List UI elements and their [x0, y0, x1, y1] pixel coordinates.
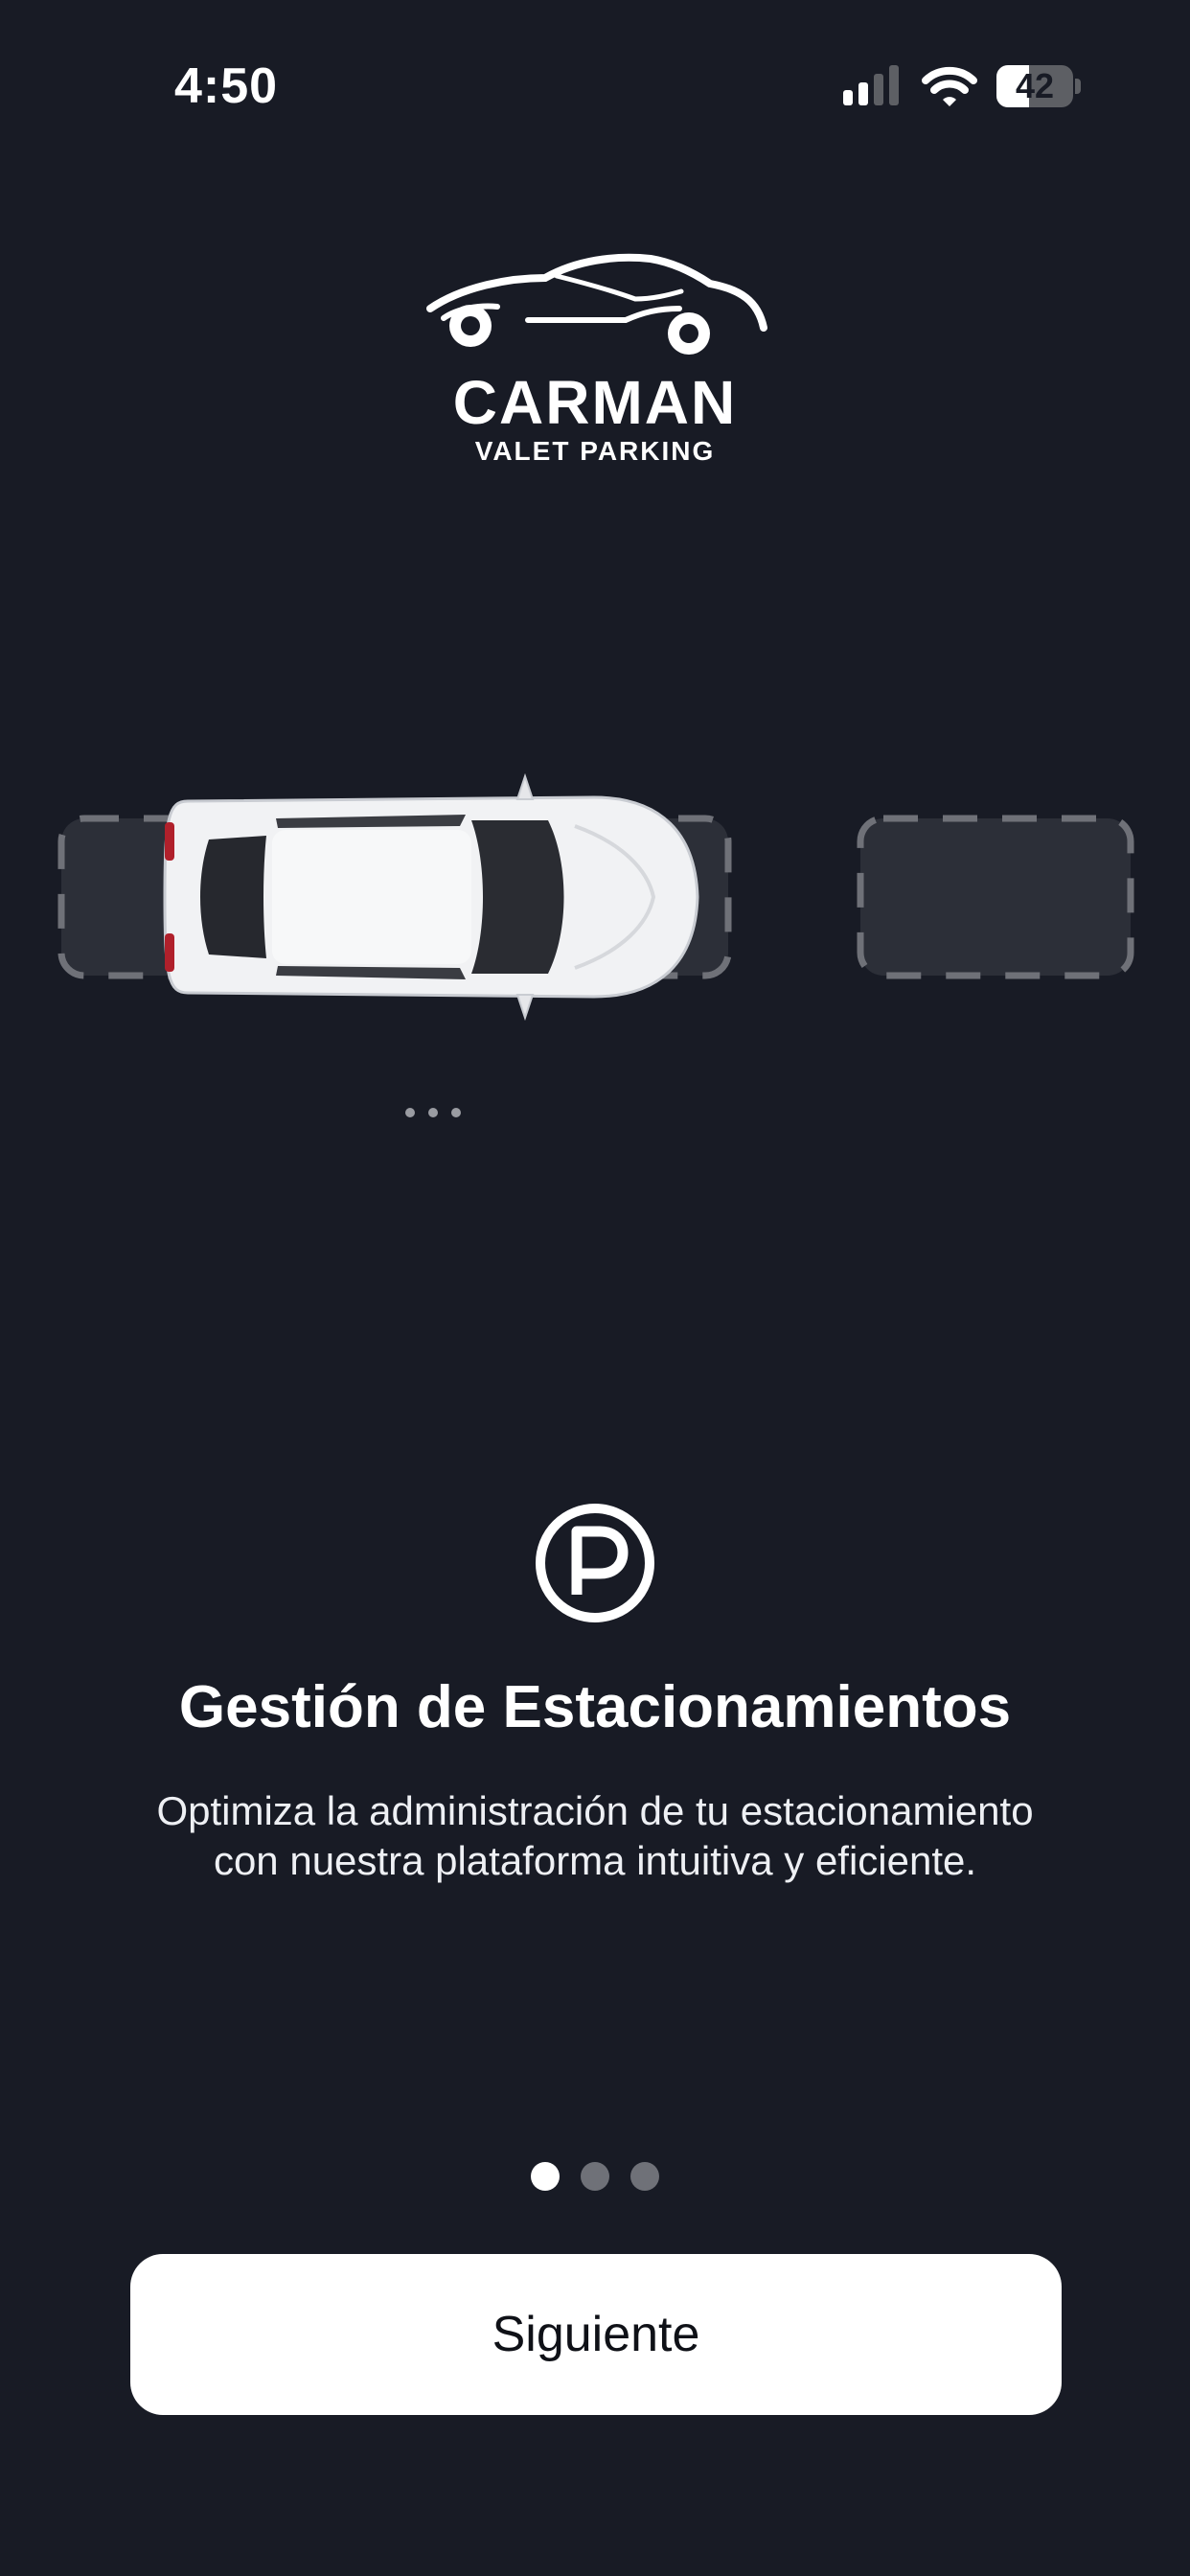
page-dot-1[interactable] — [531, 2162, 560, 2191]
feature-description: Optimiza la administración de tu estacio… — [96, 1786, 1094, 1886]
feature-title: Gestión de Estacionamientos — [178, 1674, 1012, 1740]
car-silhouette-icon — [426, 253, 767, 355]
car-top-view-icon — [163, 772, 699, 1022]
page-dot-2[interactable] — [581, 2162, 609, 2191]
status-time: 4:50 — [174, 58, 279, 114]
feature-description-line-2: con nuestra plataforma intuitiva y efici… — [213, 1838, 977, 1883]
battery-icon: 42 — [996, 65, 1081, 107]
next-button[interactable]: Siguiente — [130, 2254, 1062, 2415]
parking-illustration — [57, 772, 1134, 1117]
more-dots-icon — [405, 1108, 461, 1117]
brand-name: CARMAN — [452, 368, 738, 437]
page-dot-3[interactable] — [630, 2162, 659, 2191]
page-indicator — [0, 2162, 1190, 2191]
app-logo: CARMAN VALET PARKING — [0, 249, 1190, 468]
battery-level: 42 — [1015, 66, 1055, 105]
feature-description-line-1: Optimiza la administración de tu estacio… — [156, 1788, 1034, 1833]
parking-spot-right — [857, 815, 1134, 979]
parking-p-icon — [536, 1504, 654, 1622]
battery-body: 42 — [996, 65, 1073, 107]
wifi-icon — [922, 66, 977, 106]
cellular-signal-icon — [843, 65, 899, 105]
brand-tagline: VALET PARKING — [474, 436, 716, 466]
battery-cap — [1075, 79, 1081, 94]
